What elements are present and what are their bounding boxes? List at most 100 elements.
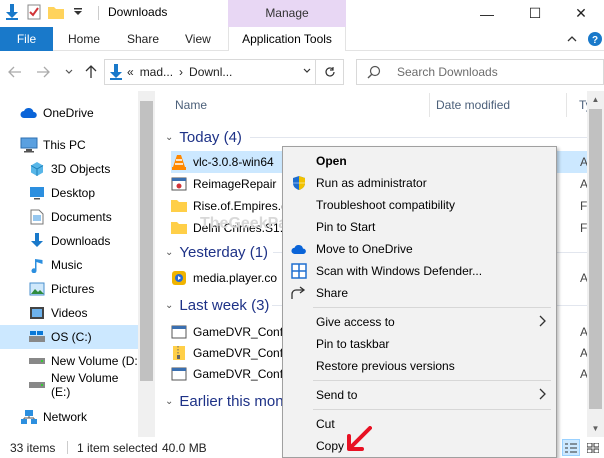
- column-separator[interactable]: [566, 93, 567, 117]
- address-dropdown-icon[interactable]: [303, 66, 311, 77]
- nav-item-label: OneDrive: [43, 106, 94, 120]
- collapse-chevron-icon[interactable]: ⌄: [165, 247, 173, 258]
- menu-item-send-to[interactable]: Send to: [283, 384, 556, 406]
- menu-item-move-to-onedrive[interactable]: Move to OneDrive: [283, 238, 556, 260]
- menu-item-pin-to-start[interactable]: Pin to Start: [283, 216, 556, 238]
- file-list-scrollbar-thumb[interactable]: [589, 109, 602, 409]
- minimize-button[interactable]: —: [464, 0, 510, 27]
- details-view-button[interactable]: [562, 439, 580, 456]
- cube-icon: [28, 161, 46, 177]
- cloud-icon: [291, 241, 307, 257]
- status-selection: 1 item selected: [77, 441, 158, 455]
- tab-view[interactable]: View: [185, 27, 211, 51]
- application-icon: [171, 176, 187, 192]
- column-header-date-modified[interactable]: Date modified: [436, 91, 510, 119]
- folder-icon: [171, 220, 187, 236]
- nav-item-desktop[interactable]: Desktop: [28, 181, 138, 205]
- breadcrumb-overflow[interactable]: «: [127, 65, 134, 79]
- nav-item-label: New Volume (E:): [51, 371, 119, 399]
- window-title: Downloads: [108, 5, 168, 19]
- menu-item-share[interactable]: Share: [283, 282, 556, 304]
- menu-item-give-access-to[interactable]: Give access to: [283, 311, 556, 333]
- menu-separator: [313, 409, 551, 410]
- tab-home[interactable]: Home: [68, 27, 100, 51]
- menu-item-open[interactable]: Open: [283, 150, 556, 172]
- nav-item-label: Documents: [51, 210, 112, 224]
- close-button[interactable]: ✕: [558, 0, 604, 27]
- column-separator[interactable]: [429, 93, 430, 117]
- back-arrow-icon[interactable]: [6, 63, 24, 81]
- menu-item-run-as-administrator[interactable]: Run as administrator: [283, 172, 556, 194]
- column-header-name[interactable]: Name: [175, 91, 207, 119]
- search-input[interactable]: [397, 65, 587, 79]
- forward-arrow-icon[interactable]: [34, 63, 52, 81]
- menu-item-pin-to-taskbar[interactable]: Pin to taskbar: [283, 333, 556, 355]
- refresh-icon[interactable]: [315, 60, 343, 84]
- nav-scrollbar-thumb[interactable]: [140, 101, 153, 381]
- new-folder-icon[interactable]: [48, 4, 64, 20]
- group-label: Today (4): [179, 128, 242, 146]
- scroll-up-arrow-icon[interactable]: ▲: [587, 91, 604, 108]
- nav-item-videos[interactable]: Videos: [28, 301, 138, 325]
- up-arrow-icon[interactable]: [82, 63, 100, 81]
- application-icon: [171, 324, 187, 340]
- nav-item-3d-objects[interactable]: 3D Objects: [28, 157, 138, 181]
- nav-item-this-pc[interactable]: This PC: [20, 133, 138, 157]
- nav-item-documents[interactable]: Documents: [28, 205, 138, 229]
- nav-item-pictures[interactable]: Pictures: [28, 277, 138, 301]
- menu-item-cut[interactable]: Cut: [283, 413, 556, 435]
- nav-item-network[interactable]: Network: [20, 405, 138, 429]
- nav-item-new-volume-d[interactable]: New Volume (D:: [28, 349, 138, 373]
- navigation-pane: OneDrive This PC 3D Objects Desktop Docu…: [0, 91, 155, 437]
- nav-item-label: 3D Objects: [51, 162, 111, 176]
- recent-locations-icon[interactable]: [60, 63, 78, 81]
- manage-tab-group: Manage: [228, 0, 346, 27]
- breadcrumb-item-downloads[interactable]: Downl...: [189, 65, 232, 79]
- scroll-down-arrow-icon[interactable]: ▼: [587, 420, 604, 437]
- file-list-scrollbar[interactable]: ▲ ▼: [587, 91, 604, 437]
- group-header-earlier-this-month[interactable]: ⌄ Earlier this mon: [165, 391, 284, 411]
- nav-item-downloads[interactable]: Downloads: [28, 229, 138, 253]
- customize-dropdown-icon[interactable]: [70, 4, 86, 20]
- collapse-chevron-icon[interactable]: ⌄: [165, 132, 173, 143]
- title-bar: Downloads Manage — ☐ ✕: [0, 0, 604, 27]
- collapse-chevron-icon[interactable]: ⌄: [165, 300, 173, 311]
- search-box[interactable]: [356, 59, 604, 85]
- download-folder-icon: [109, 64, 123, 83]
- large-icons-view-button[interactable]: [584, 439, 602, 456]
- file-name: media.player.co: [193, 271, 278, 285]
- nav-item-os-c[interactable]: OS (C:): [0, 325, 138, 349]
- status-separator: [67, 441, 68, 454]
- music-note-icon: [28, 257, 46, 273]
- drive-icon: [28, 377, 46, 393]
- tab-share[interactable]: Share: [127, 27, 159, 51]
- menu-item-copy[interactable]: Copy: [283, 435, 556, 457]
- nav-item-label: New Volume (D:: [51, 354, 138, 368]
- download-arrow-icon[interactable]: [4, 4, 20, 20]
- defender-icon: [291, 263, 307, 279]
- collapse-chevron-icon[interactable]: ⌄: [165, 396, 173, 407]
- expand-ribbon-icon[interactable]: [563, 31, 581, 47]
- address-bar[interactable]: « mad... › Downl...: [104, 59, 344, 85]
- nav-item-onedrive[interactable]: OneDrive: [20, 101, 138, 125]
- group-header-yesterday[interactable]: ⌄ Yesterday (1): [165, 242, 268, 262]
- menu-item-scan-with-windows-defender[interactable]: Scan with Windows Defender...: [283, 260, 556, 282]
- nav-item-music[interactable]: Music: [28, 253, 138, 277]
- file-tab[interactable]: File: [0, 27, 53, 51]
- group-header-last-week[interactable]: ⌄ Last week (3): [165, 295, 269, 315]
- nav-item-new-volume-e[interactable]: New Volume (E:): [28, 371, 138, 399]
- nav-item-label: Music: [51, 258, 83, 272]
- file-name: ReimageRepair: [193, 177, 277, 191]
- nav-scrollbar[interactable]: [138, 91, 155, 437]
- breadcrumb-separator[interactable]: ›: [179, 65, 183, 79]
- nav-item-label: Videos: [51, 306, 88, 320]
- breadcrumb-item-user[interactable]: mad...: [140, 65, 173, 79]
- menu-item-troubleshoot-compatibility[interactable]: Troubleshoot compatibility: [283, 194, 556, 216]
- group-header-today[interactable]: ⌄ Today (4): [165, 127, 242, 147]
- properties-icon[interactable]: [26, 4, 42, 20]
- help-icon[interactable]: ?: [586, 31, 604, 47]
- maximize-button[interactable]: ☐: [512, 0, 558, 27]
- tab-application-tools[interactable]: Application Tools: [228, 27, 346, 51]
- folder-icon: [171, 198, 187, 214]
- menu-item-restore-previous-versions[interactable]: Restore previous versions: [283, 355, 556, 377]
